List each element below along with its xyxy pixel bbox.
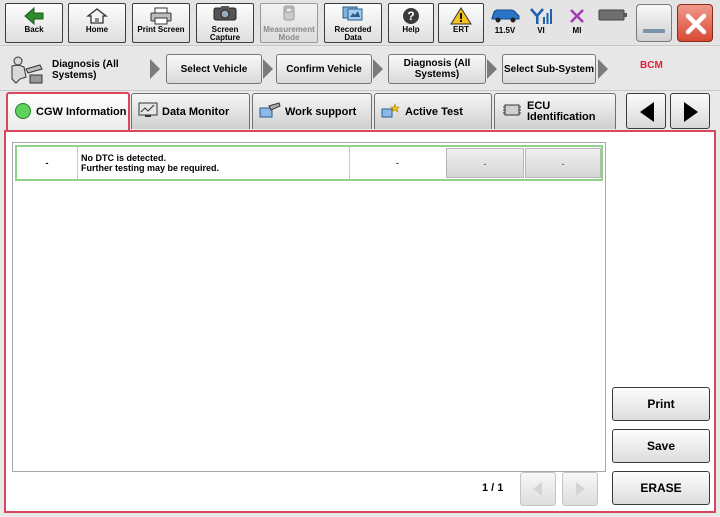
close-button[interactable] bbox=[677, 4, 713, 42]
screen-capture-button[interactable]: Screen Capture bbox=[196, 3, 254, 43]
arrow-left-icon bbox=[533, 482, 542, 496]
chevron-right-icon bbox=[263, 59, 273, 79]
vi-label: VI bbox=[537, 26, 545, 35]
breadcrumb-home-label: Diagnosis (All Systems) bbox=[52, 59, 119, 81]
help-icon: ? bbox=[389, 4, 433, 26]
recorded-data-icon bbox=[325, 4, 381, 26]
arrow-left-icon bbox=[640, 102, 654, 122]
toolbar: Back Home Print Screen Screen Capture Me… bbox=[0, 0, 720, 46]
breadcrumb-current: BCM bbox=[640, 60, 663, 71]
tab-scroll-left-button[interactable] bbox=[626, 93, 666, 129]
page-prev-button[interactable] bbox=[520, 472, 556, 506]
home-icon bbox=[69, 4, 125, 26]
chevron-right-icon bbox=[598, 59, 608, 79]
dtc-detail-button[interactable]: - bbox=[525, 148, 601, 178]
vi-status: VI bbox=[524, 4, 558, 42]
dtc-description-line1: No DTC is detected. bbox=[81, 153, 167, 163]
measurement-mode-label: Measurement Mode bbox=[263, 25, 315, 42]
battery-indicator bbox=[596, 4, 630, 42]
ert-label: ERT bbox=[453, 25, 469, 34]
erase-button[interactable]: ERASE bbox=[612, 471, 710, 505]
battery-status: 11.5V bbox=[488, 4, 522, 42]
dtc-freeze-frame-button[interactable]: - bbox=[446, 148, 524, 178]
help-label: Help bbox=[402, 25, 420, 34]
chevron-right-icon bbox=[150, 59, 160, 79]
arrow-right-icon bbox=[576, 482, 585, 496]
disconnected-x-icon bbox=[560, 4, 594, 26]
dtc-code: - bbox=[45, 158, 49, 168]
minimize-button[interactable] bbox=[636, 4, 672, 42]
recorded-data-label: Recorded Data bbox=[334, 25, 372, 42]
dtc-description-line2: Further testing may be required. bbox=[81, 163, 220, 173]
mi-status: MI bbox=[560, 4, 594, 42]
home-button[interactable]: Home bbox=[68, 3, 126, 43]
printer-icon bbox=[133, 4, 189, 26]
breadcrumb-home[interactable]: Diagnosis (All Systems) bbox=[4, 53, 150, 85]
print-screen-button[interactable]: Print Screen bbox=[132, 3, 190, 43]
measurement-mode-button[interactable]: Measurement Mode bbox=[260, 3, 318, 43]
page-next-button[interactable] bbox=[562, 472, 598, 506]
home-label: Home bbox=[85, 25, 109, 34]
page-indicator: 1 / 1 bbox=[482, 482, 504, 494]
screen-capture-label: Screen Capture bbox=[209, 25, 241, 42]
tab-active-test[interactable]: Active Test bbox=[374, 93, 492, 129]
main-panel: - No DTC is detected. Further testing ma… bbox=[4, 130, 716, 513]
back-arrow-icon bbox=[6, 4, 62, 26]
chevron-right-icon bbox=[487, 59, 497, 79]
back-button[interactable]: Back bbox=[5, 3, 63, 43]
tab-bar: CGW Information Data Monitor Work suppor… bbox=[0, 92, 720, 130]
breadcrumb-diagnosis[interactable]: Diagnosis (All Systems) bbox=[388, 54, 486, 84]
back-label: Back bbox=[24, 25, 44, 34]
save-button[interactable]: Save bbox=[612, 429, 710, 463]
recorded-data-button[interactable]: Recorded Data bbox=[324, 3, 382, 43]
mechanic-icon bbox=[6, 55, 46, 85]
breadcrumb-select-vehicle[interactable]: Select Vehicle bbox=[166, 54, 262, 84]
tab-label: Work support bbox=[285, 105, 357, 118]
ecu-id-icon bbox=[501, 101, 523, 122]
car-icon bbox=[488, 4, 522, 26]
breadcrumb: Diagnosis (All Systems) Select Vehicle C… bbox=[0, 47, 720, 91]
active-test-icon bbox=[381, 102, 401, 121]
tab-label: Data Monitor bbox=[162, 105, 230, 118]
breadcrumb-select-subsystem[interactable]: Select Sub-System bbox=[502, 54, 596, 84]
signal-icon bbox=[524, 4, 558, 26]
tab-label: CGW Information bbox=[36, 106, 127, 118]
tab-scroll-right-button[interactable] bbox=[670, 93, 710, 129]
warning-icon bbox=[439, 4, 483, 26]
breadcrumb-confirm-vehicle[interactable]: Confirm Vehicle bbox=[276, 54, 372, 84]
dtc-list: - No DTC is detected. Further testing ma… bbox=[12, 142, 606, 472]
green-circle-icon bbox=[14, 102, 32, 123]
monitor-icon bbox=[138, 102, 158, 121]
ert-button[interactable]: ERT bbox=[438, 3, 484, 43]
tab-label: Active Test bbox=[405, 105, 463, 118]
close-icon bbox=[684, 12, 708, 39]
mi-label: MI bbox=[572, 26, 582, 35]
help-button[interactable]: ? Help bbox=[388, 3, 434, 43]
tab-cgw-information[interactable]: CGW Information bbox=[6, 92, 130, 130]
battery-icon bbox=[596, 4, 630, 26]
dtc-ign-counter: - bbox=[349, 147, 445, 179]
print-button[interactable]: Print bbox=[612, 387, 710, 421]
tab-work-support[interactable]: Work support bbox=[252, 93, 372, 129]
meter-icon bbox=[261, 4, 317, 26]
arrow-right-icon bbox=[684, 102, 698, 122]
table-row[interactable]: - No DTC is detected. Further testing ma… bbox=[15, 145, 603, 181]
svg-text:?: ? bbox=[407, 9, 414, 23]
camera-icon bbox=[197, 4, 253, 26]
dtc-description: No DTC is detected. Further testing may … bbox=[77, 147, 349, 179]
minimize-icon bbox=[643, 29, 665, 33]
chevron-right-icon bbox=[373, 59, 383, 79]
battery-voltage: 11.5V bbox=[494, 26, 516, 35]
print-screen-label: Print Screen bbox=[137, 25, 185, 34]
tab-label: ECU Identification bbox=[527, 99, 596, 123]
tab-ecu-identification[interactable]: ECU Identification bbox=[494, 93, 616, 129]
work-support-icon bbox=[259, 102, 281, 121]
tab-data-monitor[interactable]: Data Monitor bbox=[131, 93, 250, 129]
